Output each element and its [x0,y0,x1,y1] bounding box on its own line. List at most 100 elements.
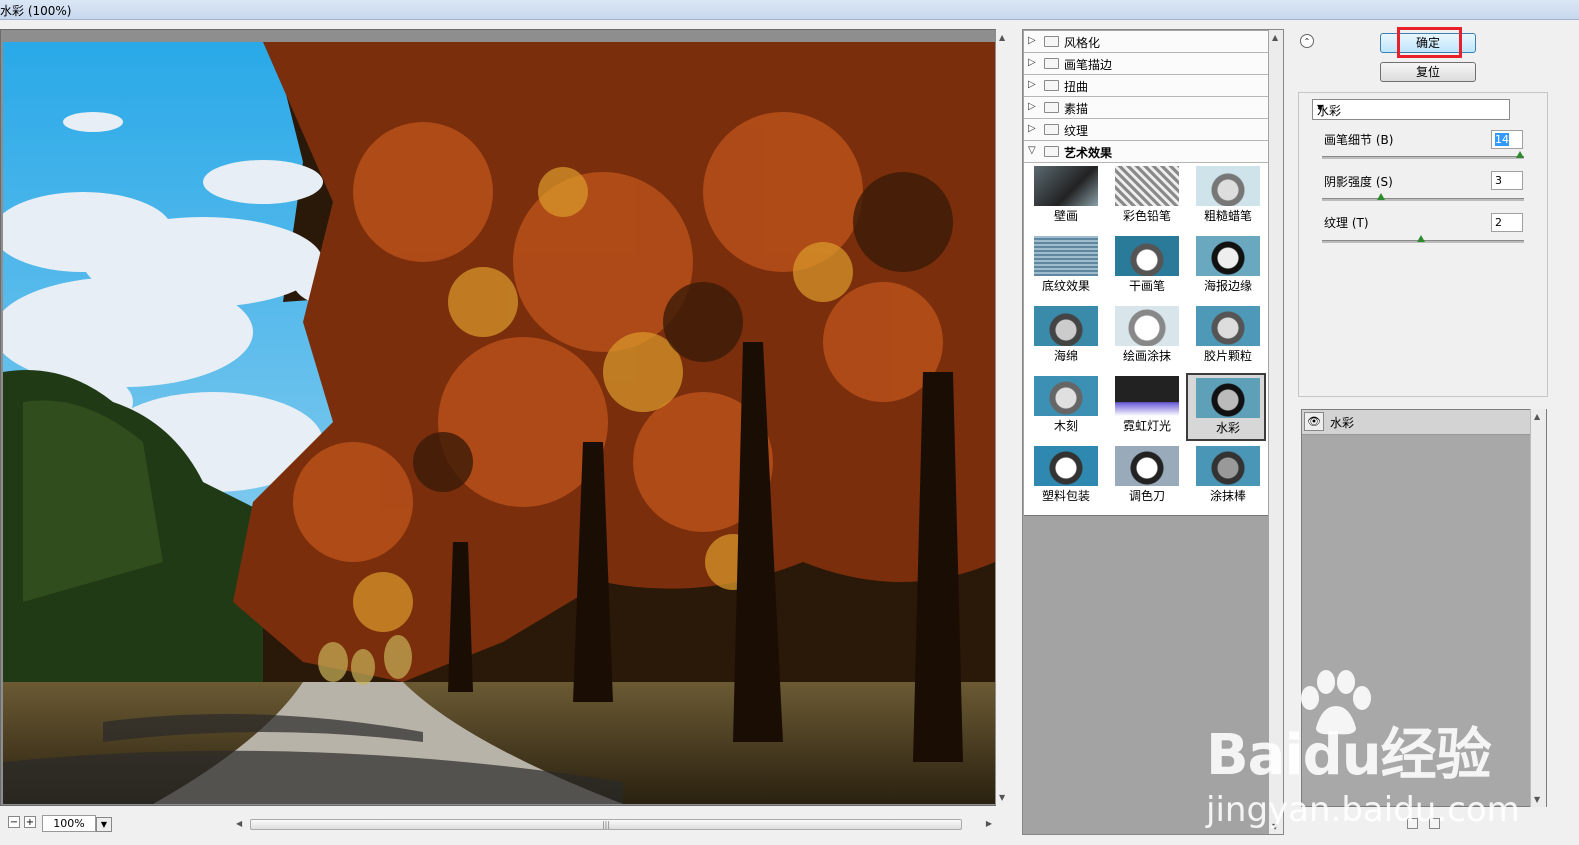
filter-thumbnail[interactable]: 涂抹棒 [1188,443,1268,511]
brush-detail-value: 14 [1495,133,1509,146]
filter-select-dropdown[interactable]: 水彩 ▼ [1312,99,1510,120]
scroll-up-arrow-icon[interactable]: ▲ [999,33,1005,42]
brush-detail-slider-knob[interactable] [1516,151,1524,158]
expand-arrow-icon[interactable]: ▷ [1028,101,1036,112]
filter-thumbnail[interactable]: 彩色铅笔 [1107,163,1187,231]
filter-category-label: 风格化 [1064,36,1101,50]
expand-arrow-icon[interactable]: ▷ [1028,35,1036,46]
scroll-down-arrow-icon[interactable]: ▼ [999,793,1005,802]
effect-layer-label: 水彩 [1330,416,1355,430]
folder-icon [1044,102,1059,113]
filter-thumbnail[interactable]: 壁画 [1026,163,1106,231]
scroll-down-arrow-icon[interactable]: ▼ [1272,822,1278,831]
filter-thumbnail[interactable]: 塑料包装 [1026,443,1106,511]
texture-input[interactable]: 2 [1491,213,1523,232]
filter-thumbnail[interactable]: 木刻 [1026,373,1106,441]
filter-preview-image [1196,306,1260,346]
filter-preview-image [1034,166,1098,206]
filter-category[interactable]: ▷ 扭曲 [1024,75,1268,97]
scroll-right-arrow-icon[interactable]: ▶ [986,819,992,828]
filter-thumbnail-label: 涂抹棒 [1209,489,1246,503]
filter-thumbnail-selected[interactable]: 水彩 [1186,373,1266,441]
filter-preview-image [1115,236,1179,276]
collapse-arrow-icon[interactable]: ▽ [1028,145,1036,156]
filter-thumbnail-label: 海报边缘 [1203,279,1252,293]
preview-image[interactable] [3,42,995,804]
window-titlebar: 水彩 (100%) [0,0,1579,20]
filter-thumbnail-grid: 壁画 彩色铅笔 粗糙蜡笔 底纹效果 干画笔 海报边缘 海绵 绘画涂抹 胶片颗粒 … [1024,163,1268,516]
filter-thumbnail[interactable]: 海报边缘 [1188,233,1268,301]
trash-icon[interactable] [1429,818,1440,829]
filter-preview-image [1034,306,1098,346]
expand-arrow-icon[interactable]: ▷ [1028,57,1036,68]
preview-vertical-scrollbar[interactable]: ▲ ▼ [996,29,1012,806]
filter-preview-image [1034,236,1098,276]
filter-thumbnail[interactable]: 霓虹灯光 [1107,373,1187,441]
filter-list-scrollbar[interactable]: ▲ ▼ [1269,30,1283,834]
brush-detail-slider-track[interactable] [1322,156,1524,159]
expand-arrow-icon[interactable]: ▷ [1028,79,1036,90]
filter-thumbnail-label: 海绵 [1053,349,1078,363]
preview-horizontal-scrollbar[interactable]: ◀ ||| ▶ [234,818,994,832]
collapse-gallery-icon[interactable]: ⌃ [1300,34,1314,48]
filter-category-label: 纹理 [1064,124,1089,138]
shadow-intensity-slider-track[interactable] [1322,198,1524,201]
brush-detail-label: 画笔细节 (B) [1324,133,1394,147]
filter-category-open[interactable]: ▽ 艺术效果 [1024,141,1268,163]
texture-label: 纹理 (T) [1324,216,1369,230]
filter-preview-image [1115,306,1179,346]
scroll-left-arrow-icon[interactable]: ◀ [236,819,242,828]
filter-category-label: 素描 [1064,102,1089,116]
filter-category[interactable]: ▷ 纹理 [1024,119,1268,141]
filter-preview-image [1196,236,1260,276]
folder-icon [1044,36,1059,47]
filter-category-label: 画笔描边 [1064,58,1113,72]
brush-detail-input[interactable]: 14 [1491,130,1523,149]
scroll-up-arrow-icon[interactable]: ▲ [1534,412,1540,421]
filter-preview-image [1034,376,1098,416]
filter-thumbnail[interactable]: 胶片颗粒 [1188,303,1268,371]
zoom-dropdown-button[interactable]: ▼ [96,817,112,832]
filter-category[interactable]: ▷ 画笔描边 [1024,53,1268,75]
filter-category[interactable]: ▷ 素描 [1024,97,1268,119]
zoom-in-button[interactable]: + [24,816,36,828]
filter-gallery-panel: ▷ 风格化 ▷ 画笔描边 ▷ 扭曲 ▷ 素描 ▷ 纹理 ▽ 艺术效果 壁画 彩色… [1022,29,1284,835]
shadow-intensity-input[interactable]: 3 [1491,171,1523,190]
filter-category-list: ▷ 风格化 ▷ 画笔描边 ▷ 扭曲 ▷ 素描 ▷ 纹理 ▽ 艺术效果 壁画 彩色… [1024,31,1268,516]
reset-button[interactable]: 复位 [1380,62,1476,82]
filter-preview-image [1196,446,1260,486]
filter-thumbnail[interactable]: 绘画涂抹 [1107,303,1187,371]
expand-arrow-icon[interactable]: ▷ [1028,123,1036,134]
ok-button[interactable]: 确定 [1380,33,1476,53]
filter-thumbnail-label: 彩色铅笔 [1122,209,1171,223]
texture-slider-knob[interactable] [1417,235,1425,242]
zoom-out-button[interactable]: − [8,816,20,828]
scroll-up-arrow-icon[interactable]: ▲ [1272,33,1278,42]
filter-category-label: 艺术效果 [1064,146,1113,160]
filter-thumbnail-label: 调色刀 [1128,489,1165,503]
scroll-down-arrow-icon[interactable]: ▼ [1534,795,1540,804]
filter-thumbnail-label: 木刻 [1053,419,1078,433]
chevron-down-icon: ▼ [1317,103,1324,112]
window-title: 水彩 (100%) [0,4,72,18]
eye-icon[interactable]: 👁 [1304,412,1324,431]
shadow-intensity-label: 阴影强度 (S) [1324,175,1393,189]
filter-thumbnail[interactable]: 粗糙蜡笔 [1188,163,1268,231]
preview-panel[interactable] [0,29,998,806]
filter-thumbnail-label: 粗糙蜡笔 [1203,209,1252,223]
folder-icon [1044,80,1059,91]
layers-scrollbar[interactable]: ▲ ▼ [1530,409,1546,807]
effect-layer-row[interactable]: 👁 水彩 [1302,410,1532,435]
filter-thumbnail[interactable]: 海绵 [1026,303,1106,371]
filter-preview-image [1196,166,1260,206]
shadow-intensity-slider-knob[interactable] [1377,193,1386,200]
filter-thumbnail[interactable]: 干画笔 [1107,233,1187,301]
filter-thumbnail-label: 塑料包装 [1041,489,1090,503]
new-effect-layer-icon[interactable] [1407,818,1418,829]
filter-thumbnail[interactable]: 底纹效果 [1026,233,1106,301]
horizontal-scroll-thumb[interactable]: ||| [250,819,962,830]
filter-thumbnail[interactable]: 调色刀 [1107,443,1187,511]
filter-category[interactable]: ▷ 风格化 [1024,31,1268,53]
zoom-level-field[interactable]: 100% [42,815,96,832]
effect-layers-panel: 👁 水彩 [1301,409,1547,807]
